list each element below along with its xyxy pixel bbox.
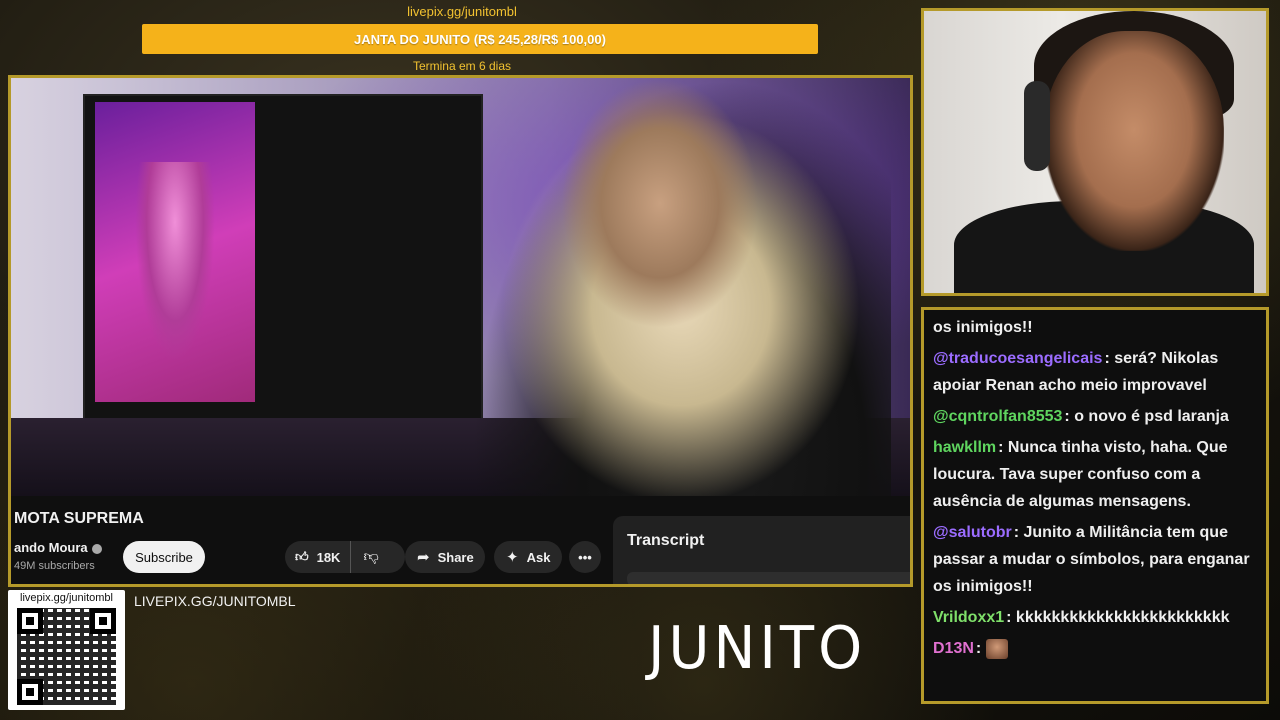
video-info-bar: MOTA SUPREMA ando Moura 49M subscribers … <box>11 496 910 584</box>
livepix-url: LIVEPIX.GG/JUNITOMBL <box>134 593 296 609</box>
goal-url: livepix.gg/junitombl <box>407 4 517 19</box>
dislike-button[interactable]: 👎︎ <box>350 541 390 573</box>
qr-finder-icon <box>17 608 43 634</box>
video-player[interactable] <box>11 78 910 496</box>
junito-logo: JUNITO <box>648 614 867 683</box>
youtube-video-frame: MOTA SUPREMA ando Moura 49M subscribers … <box>8 75 913 587</box>
chat-username[interactable]: hawkllm <box>933 439 996 456</box>
chat-message: D13N: <box>933 635 1260 662</box>
qr-code-panel: livepix.gg/junitombl <box>8 590 125 710</box>
like-dislike-group: 👍︎ 18K 👎︎ <box>285 541 405 573</box>
chat-panel: os inimigos!! @traducoesangelicais: será… <box>921 307 1269 704</box>
chat-message: hawkllm: Nunca tinha visto, haha. Que lo… <box>933 439 1228 510</box>
chat-username[interactable]: @cqntrolfan8553 <box>933 408 1062 425</box>
transcript-panel: Transcript <box>613 516 910 584</box>
qr-finder-icon <box>90 608 116 634</box>
share-icon: ➦ <box>417 549 430 566</box>
subscriber-count: 49M subscribers <box>14 560 95 572</box>
like-count: 18K <box>316 549 341 565</box>
guitarist-figure <box>135 162 215 362</box>
chat-username[interactable]: @traducoesangelicais <box>933 350 1102 367</box>
goal-title: JANTA DO JUNITO (R$ 245,28/R$ 100,00) <box>354 31 606 47</box>
background-monitor <box>83 94 483 474</box>
host-figure <box>471 78 891 496</box>
transcript-search[interactable] <box>627 572 910 584</box>
goal-progress-bar: JANTA DO JUNITO (R$ 245,28/R$ 100,00) <box>142 24 818 54</box>
chat-message: @traducoesangelicais: será? Nikolas apoi… <box>933 350 1219 394</box>
verified-icon <box>91 543 102 554</box>
webcam-frame <box>921 8 1269 296</box>
headset-icon <box>1024 81 1050 171</box>
chat-message: Vrildoxx1: kkkkkkkkkkkkkkkkkkkkkkkk <box>933 609 1230 626</box>
chat-message: @cqntrolfan8553: o novo é psd laranja <box>933 408 1229 425</box>
ask-button[interactable]: ✦ Ask <box>494 541 562 573</box>
thumbs-up-icon: 👍︎ <box>295 549 309 564</box>
emote-icon <box>985 638 1008 659</box>
streamer-face <box>1044 31 1224 251</box>
chat-message: os inimigos!! <box>933 319 1033 336</box>
transcript-title: Transcript <box>627 532 705 549</box>
chat-username[interactable]: Vrildoxx1 <box>933 609 1004 626</box>
like-button[interactable]: 👍︎ 18K <box>285 541 350 573</box>
channel-name[interactable]: ando Moura <box>14 540 102 555</box>
subscribe-button[interactable]: Subscribe <box>123 541 205 573</box>
more-actions-button[interactable]: ••• <box>569 541 601 573</box>
share-button[interactable]: ➦ Share <box>405 541 485 573</box>
chat-message: @salutobr: Junito a Militância tem que p… <box>933 524 1250 595</box>
video-title: MOTA SUPREMA <box>14 510 144 527</box>
thumbs-down-icon: 👎︎ <box>363 548 379 565</box>
more-icon: ••• <box>578 549 592 565</box>
chat-username[interactable]: D13N <box>933 640 974 657</box>
chat-username[interactable]: @salutobr <box>933 524 1012 541</box>
goal-ends-label: Termina em 6 dias <box>412 59 512 73</box>
sparkle-icon: ✦ <box>506 549 519 566</box>
qr-label: livepix.gg/junitombl <box>20 592 113 604</box>
monitor-screen <box>95 102 255 402</box>
qr-finder-icon <box>17 679 43 705</box>
